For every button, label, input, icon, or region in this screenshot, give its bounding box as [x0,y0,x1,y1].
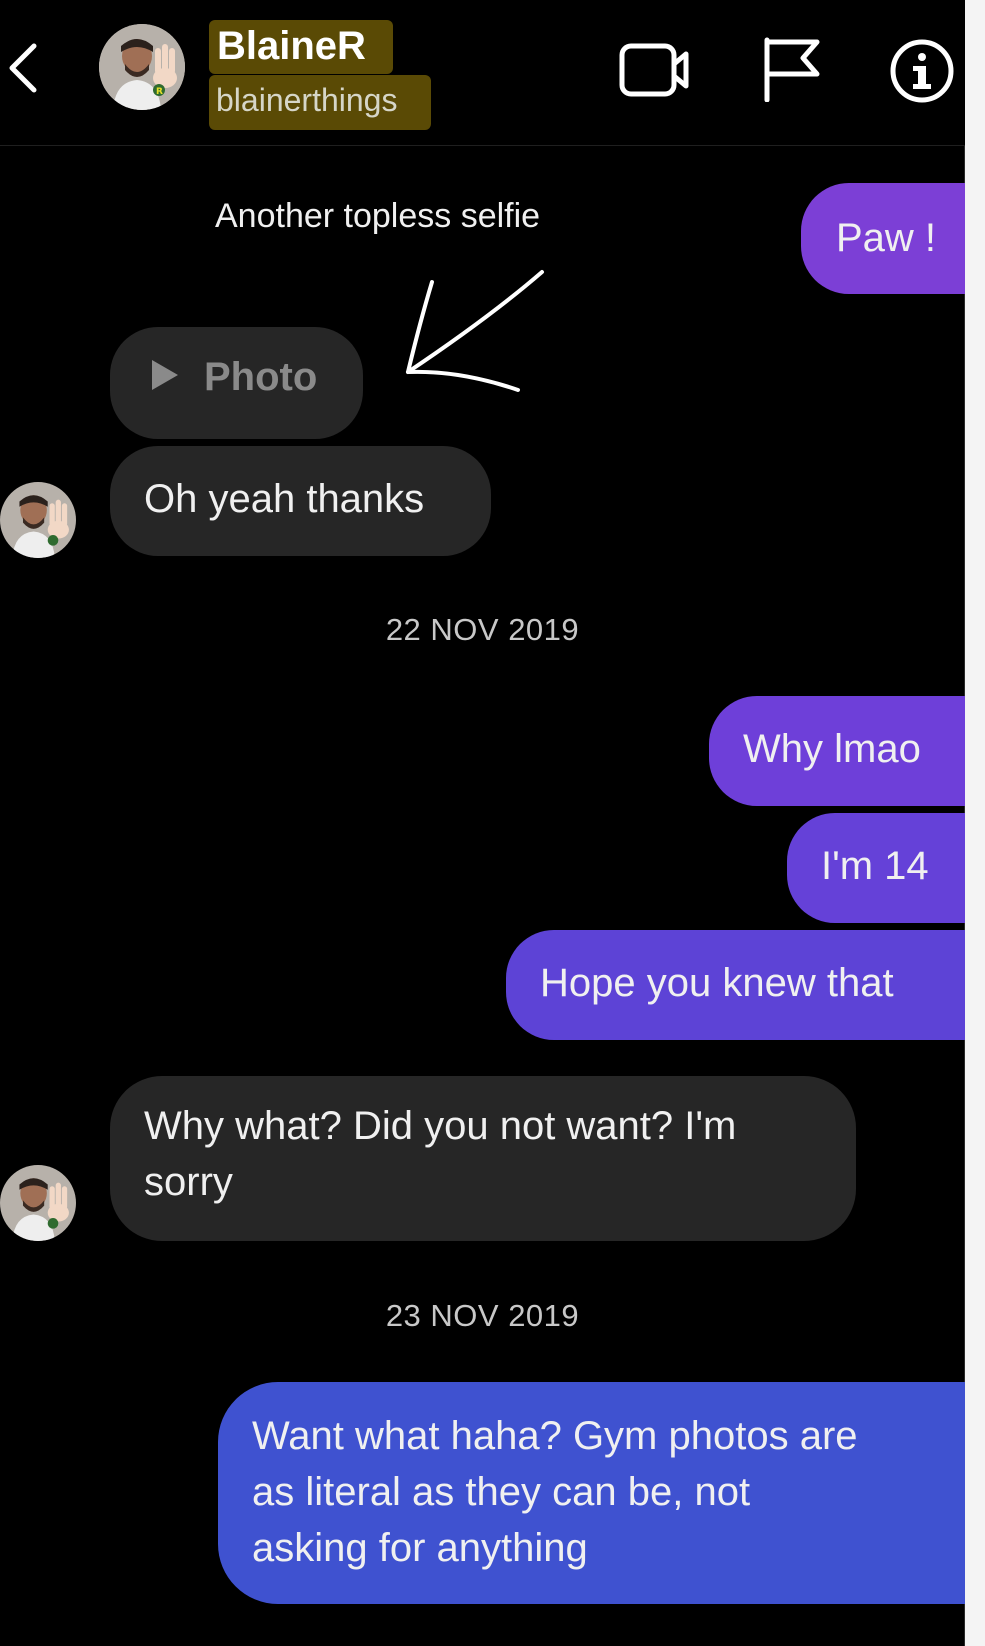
message-line: Why what? Did you not want? I'm [144,1104,737,1148]
message-text: I'm 14 [821,844,929,888]
date-separator: 23 NOV 2019 [385,1298,580,1333]
info-icon[interactable] [889,38,955,104]
message-line: Want what haha? Gym photos are [252,1414,858,1458]
message-text: Why lmao [743,727,921,771]
contact-handle: blainerthings [216,82,398,118]
outgoing-message[interactable]: Why lmao [709,696,965,806]
outgoing-message[interactable]: Paw ! [801,183,965,294]
photo-label: Photo [204,355,318,399]
avatar[interactable]: R [99,24,185,110]
photo-message[interactable]: Photo [110,327,363,439]
video-call-icon[interactable] [618,40,692,100]
play-icon [152,360,178,391]
message-text: Paw ! [836,216,937,260]
outgoing-message[interactable]: I'm 14 [787,813,965,923]
message-text: Oh yeah thanks [144,477,425,521]
message-line: asking for anything [252,1526,588,1570]
arrow-annotation [406,270,544,392]
back-icon[interactable] [4,38,44,98]
date-separator: 22 NOV 2019 [385,612,580,647]
message-text: Hope you knew that [540,961,894,1005]
message-line: as literal as they can be, not [252,1470,751,1514]
chat-header: R BlaineR blainerthings [0,0,965,146]
annotation-note: Another topless selfie [215,197,541,235]
contact-name[interactable]: BlaineR [217,22,366,70]
outgoing-message[interactable]: Want what haha? Gym photos are as litera… [218,1382,965,1604]
right-edge-strip [965,0,985,1646]
outgoing-message[interactable]: Hope you knew that [506,930,965,1040]
incoming-message[interactable]: Why what? Did you not want? I'm sorry [110,1076,856,1241]
sender-avatar[interactable] [0,482,76,558]
incoming-message[interactable]: Oh yeah thanks [110,446,491,556]
flag-icon[interactable] [761,36,823,102]
sender-avatar[interactable] [0,1165,76,1241]
message-line: sorry [144,1160,233,1204]
svg-text:R: R [156,87,163,97]
